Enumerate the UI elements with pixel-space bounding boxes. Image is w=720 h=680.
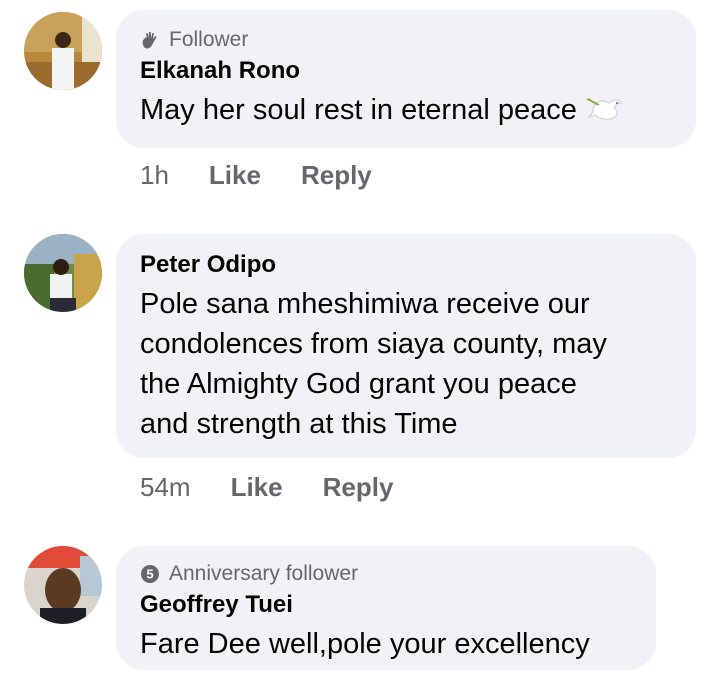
reply-button[interactable]: Reply <box>301 160 372 191</box>
badge-label: Follower <box>169 28 249 51</box>
comment-author[interactable]: Geoffrey Tuei <box>140 590 632 620</box>
like-button[interactable]: Like <box>231 472 283 503</box>
anniversary-badge: 5 Anniversary follower <box>140 560 632 588</box>
comment-text: Fare Dee well,pole your excellency <box>140 628 590 660</box>
avatar[interactable] <box>24 12 102 90</box>
comment-text-line: and strength at this Time <box>140 408 458 440</box>
comment-author[interactable]: Elkanah Rono <box>140 56 672 86</box>
comment-actions: 54m Like Reply <box>140 472 393 503</box>
comment-text: Pole sana mheshimiwa receive our condole… <box>140 284 672 444</box>
reply-button[interactable]: Reply <box>323 472 394 503</box>
avatar[interactable] <box>24 234 102 312</box>
like-button[interactable]: Like <box>209 160 261 191</box>
dove-icon <box>585 91 625 136</box>
hand-wave-icon <box>140 30 160 50</box>
comment-text: May her soul rest in eternal peace <box>140 90 672 136</box>
comment-text-line: condolences from siaya county, may <box>140 328 607 360</box>
comment-text-line: Pole sana mheshimiwa receive our <box>140 288 590 320</box>
comment-author[interactable]: Peter Odipo <box>140 250 672 280</box>
comment-text-line: the Almighty God grant you peace <box>140 368 577 400</box>
comment-actions: 1h Like Reply <box>140 160 372 191</box>
comment-bubble: Peter Odipo Pole sana mheshimiwa receive… <box>116 234 696 458</box>
anniversary-5-icon: 5 <box>140 564 160 584</box>
avatar-photo <box>24 12 102 90</box>
follower-badge: Follower <box>140 26 672 54</box>
svg-text:5: 5 <box>146 567 153 582</box>
comment-text-content: May her soul rest in eternal peace <box>140 94 577 126</box>
badge-label: Anniversary follower <box>169 562 359 585</box>
comment-timestamp[interactable]: 54m <box>140 472 191 503</box>
avatar-photo <box>24 546 102 624</box>
avatar[interactable] <box>24 546 102 624</box>
avatar-photo <box>24 234 102 312</box>
comment-bubble: 5 Anniversary follower Geoffrey Tuei Far… <box>116 546 656 670</box>
comment-bubble: Follower Elkanah Rono May her soul rest … <box>116 10 696 148</box>
comment-timestamp[interactable]: 1h <box>140 160 169 191</box>
